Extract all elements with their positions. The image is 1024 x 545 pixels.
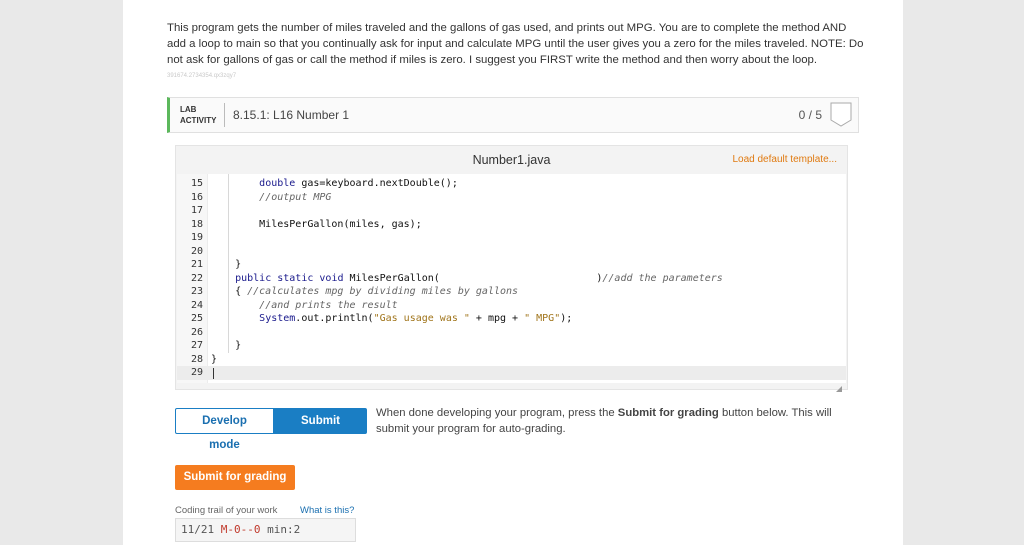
code-text: //output MPG bbox=[259, 191, 332, 203]
code-line: 15 double gas=keyboard.nextDouble(); bbox=[177, 177, 846, 191]
code-line: 22 public static void MilesPerGallon( )/… bbox=[177, 272, 846, 286]
code-text: double gas=keyboard.nextDouble(); bbox=[259, 178, 458, 189]
code-line: 26 bbox=[177, 326, 846, 340]
code-text: } bbox=[211, 353, 218, 365]
submit-mode-button[interactable]: Submit mode bbox=[274, 408, 367, 451]
code-line: 17 bbox=[177, 204, 846, 218]
line-number: 23 bbox=[190, 286, 203, 297]
code-line: 20 bbox=[177, 245, 846, 259]
code-text: { //calculates mpg by dividing miles by … bbox=[211, 286, 519, 297]
develop-mode-button[interactable]: Develop mode bbox=[175, 408, 274, 451]
line-number: 29 bbox=[190, 367, 203, 378]
lab-tag-line2: ACTIVITY bbox=[180, 116, 217, 125]
code-line: 27 } bbox=[177, 339, 846, 353]
line-number: 25 bbox=[190, 313, 203, 324]
code-text: MilesPerGallon(miles, gas); bbox=[211, 218, 422, 230]
coding-trail-label: Coding trail of your work bbox=[175, 505, 278, 516]
load-default-template-link[interactable]: Load default template... bbox=[732, 154, 837, 165]
page: This program gets the number of miles tr… bbox=[123, 0, 903, 545]
lab-activity-tag: LAB ACTIVITY bbox=[180, 104, 216, 126]
code-text: //and prints the result bbox=[259, 299, 398, 311]
lab-divider bbox=[224, 103, 225, 127]
mode-note: When done developing your program, press… bbox=[376, 406, 836, 437]
what-is-this-link[interactable]: What is this? bbox=[300, 505, 354, 516]
line-number: 18 bbox=[190, 218, 203, 230]
resize-grip-icon[interactable] bbox=[836, 379, 842, 392]
mode-toggle: Develop mode Submit mode bbox=[175, 408, 367, 451]
instructions-text: This program gets the number of miles tr… bbox=[167, 22, 864, 66]
code-line: 25 System.out.println("Gas usage was " +… bbox=[177, 312, 846, 326]
code-line: 19 bbox=[177, 231, 846, 245]
code-line: 28} bbox=[177, 353, 846, 367]
code-line: 16 //output MPG bbox=[177, 191, 846, 205]
trail-minutes: min:2 bbox=[267, 523, 301, 536]
submit-for-grading-button[interactable]: Submit for grading bbox=[175, 465, 295, 490]
line-number: 24 bbox=[190, 299, 203, 311]
code-line: 18 MilesPerGallon(miles, gas); bbox=[177, 218, 846, 232]
code-text: } bbox=[211, 340, 242, 351]
trail-date: 11/21 bbox=[181, 523, 215, 536]
line-number: 17 bbox=[190, 205, 203, 216]
coding-trail-box: 11/21 M-0--0 min:2 bbox=[175, 518, 356, 542]
mode-note-bold: Submit for grading bbox=[617, 407, 719, 419]
line-number: 28 bbox=[190, 353, 203, 365]
lab-title: 8.15.1: L16 Number 1 bbox=[233, 108, 350, 122]
lab-score: 0 / 5 bbox=[798, 108, 822, 122]
code-line: 29 bbox=[177, 366, 846, 380]
lab-header: LAB ACTIVITY 8.15.1: L16 Number 1 0 / 5 bbox=[167, 97, 859, 133]
line-number: 19 bbox=[190, 232, 203, 243]
line-number: 26 bbox=[190, 326, 203, 338]
line-number: 21 bbox=[190, 259, 203, 270]
line-number: 27 bbox=[190, 340, 203, 351]
code-line: 21 } bbox=[177, 258, 846, 272]
code-area[interactable]: 15 double gas=keyboard.nextDouble(); 16 /… bbox=[177, 174, 846, 383]
line-number: 22 bbox=[190, 272, 203, 284]
line-number: 15 bbox=[190, 178, 203, 189]
lab-tag-line1: LAB bbox=[180, 105, 197, 114]
line-number: 20 bbox=[190, 245, 203, 257]
indent-guide bbox=[228, 174, 229, 353]
score-badge-icon bbox=[830, 102, 852, 127]
instructions-id: 391674.2734354.qx3zqy7 bbox=[167, 73, 237, 79]
trail-marks: M-0--0 bbox=[220, 523, 261, 536]
mode-note-before: When done developing your program, press… bbox=[376, 407, 618, 419]
code-text: System.out.println("Gas usage was " + mp… bbox=[259, 313, 573, 324]
code-line: 23 { //calculates mpg by dividing miles … bbox=[177, 285, 846, 299]
code-text: public static void MilesPerGallon( )//ad… bbox=[235, 272, 723, 284]
code-editor: Number1.java Load default template... 15… bbox=[175, 145, 848, 392]
code-text: } bbox=[211, 259, 242, 270]
code-line: 24 //and prints the result bbox=[177, 299, 846, 313]
line-number: 16 bbox=[190, 191, 203, 203]
